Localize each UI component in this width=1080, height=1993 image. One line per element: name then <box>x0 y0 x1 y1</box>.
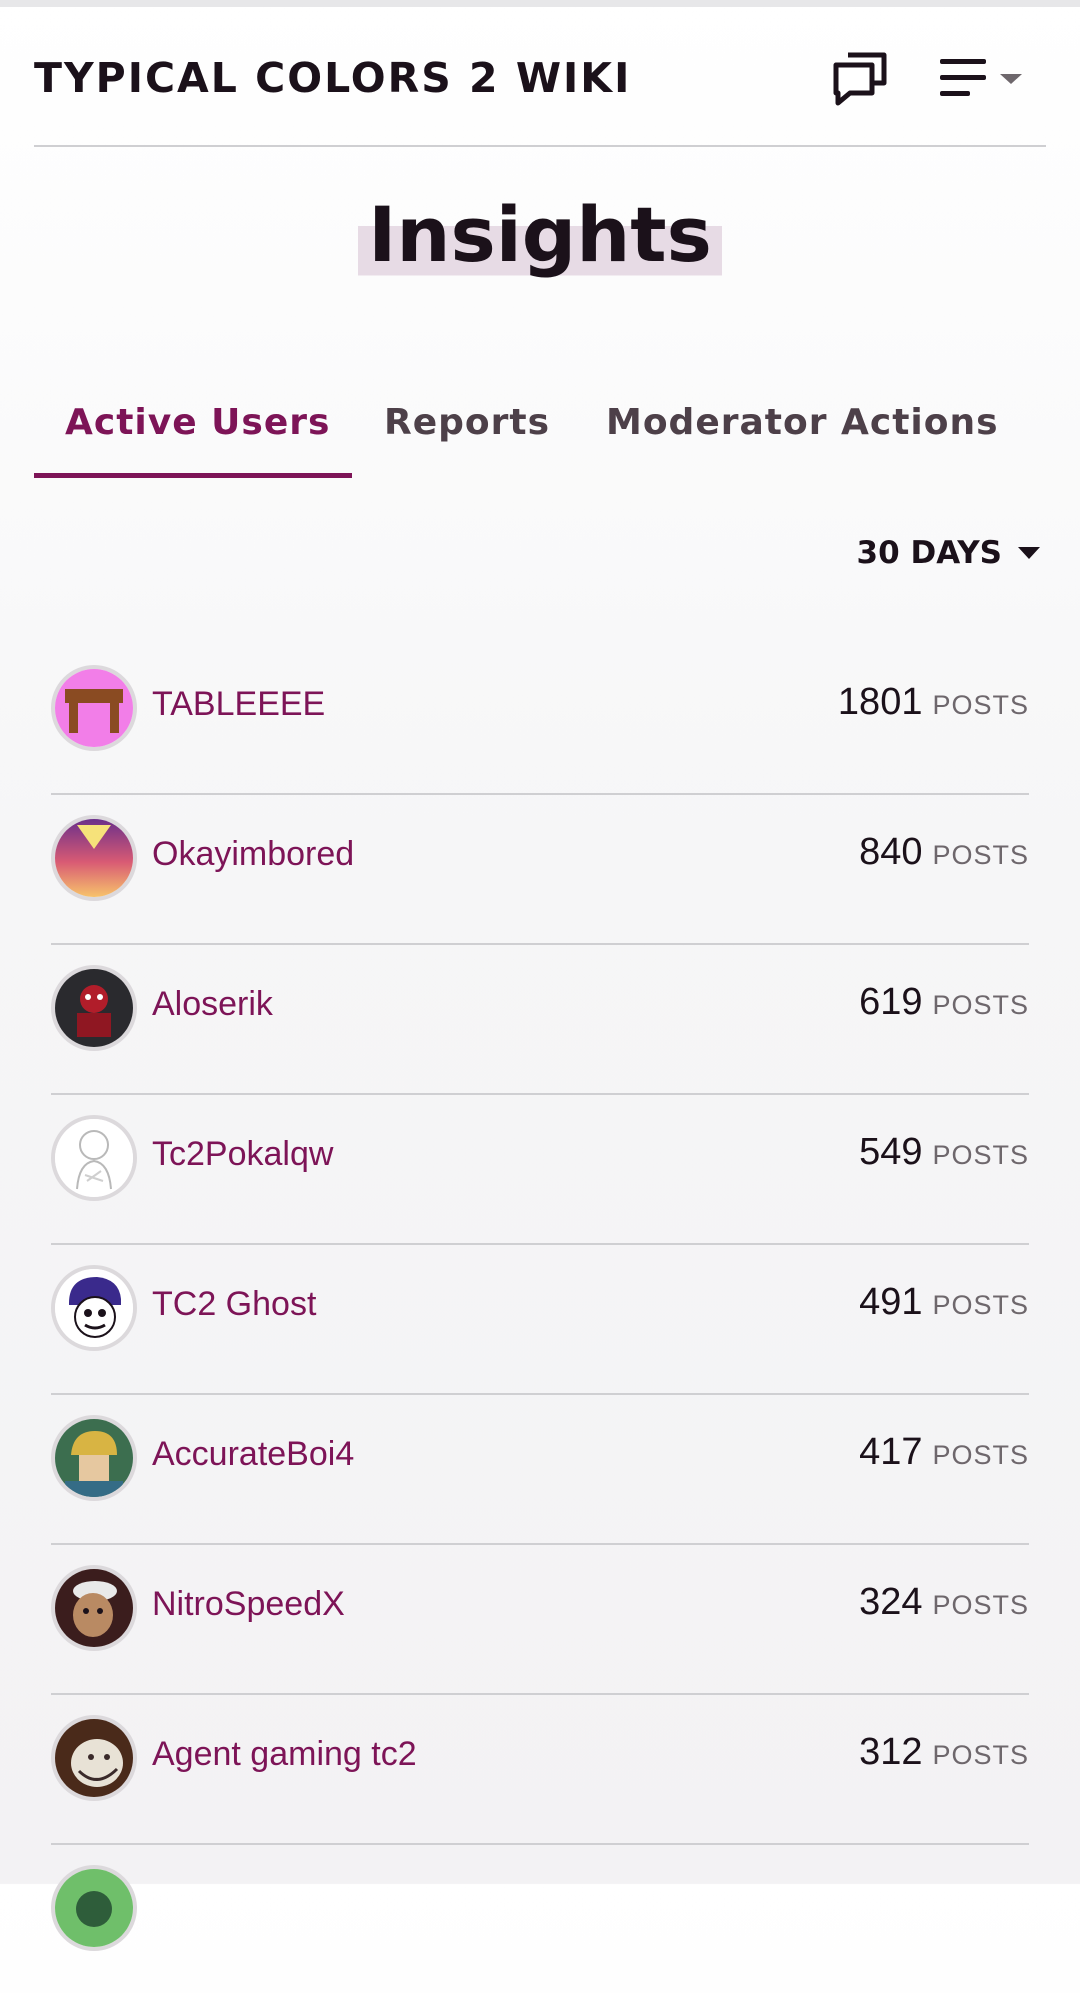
user-name-link[interactable]: Okayimbored <box>152 835 354 874</box>
post-count: 417 POSTS <box>859 1431 1029 1474</box>
post-count-value: 312 <box>859 1731 923 1773</box>
sketch-avatar <box>55 1119 133 1197</box>
user-name-link[interactable]: TABLEEEE <box>152 685 325 724</box>
helmet-avatar <box>55 1419 133 1497</box>
time-range-label: 30 DAYS <box>856 535 1002 571</box>
post-count: 312 POSTS <box>859 1731 1029 1774</box>
tab-active-users[interactable]: Active Users <box>65 395 330 480</box>
avatar[interactable] <box>51 1115 137 1201</box>
menu-button[interactable] <box>938 55 1028 105</box>
post-count-unit: POSTS <box>932 690 1029 720</box>
avatar[interactable] <box>51 665 137 751</box>
post-count-unit: POSTS <box>932 990 1029 1020</box>
avatar[interactable] <box>51 1565 137 1651</box>
list-item: Okayimbored 840 POSTS <box>51 795 1029 945</box>
user-name-link[interactable]: NitroSpeedX <box>152 1585 345 1624</box>
active-tab-indicator <box>34 473 352 478</box>
sunset-avatar <box>55 819 133 897</box>
avatar[interactable] <box>51 815 137 901</box>
tab-reports[interactable]: Reports <box>384 395 550 480</box>
avatar[interactable] <box>51 1265 137 1351</box>
list-item: NitroSpeedX 324 POSTS <box>51 1545 1029 1695</box>
post-count-value: 840 <box>859 831 923 873</box>
post-count-unit: POSTS <box>932 1590 1029 1620</box>
wiki-header: TYPICAL COLORS 2 WIKI <box>0 7 1080 147</box>
list-item: Agent gaming tc2 312 POSTS <box>51 1695 1029 1845</box>
post-count-unit: POSTS <box>932 1740 1029 1770</box>
avatar[interactable] <box>51 1865 137 1951</box>
list-item: Tc2Pokalqw 549 POSTS <box>51 1095 1029 1245</box>
top-strip <box>0 0 1080 7</box>
time-range-dropdown[interactable]: 30 DAYS <box>857 535 1040 571</box>
hamburger-menu-icon <box>940 59 1022 96</box>
ghost-avatar <box>55 1269 133 1347</box>
post-count: 840 POSTS <box>859 831 1029 874</box>
insights-tabs: Active Users Reports Moderator Actions <box>34 395 1046 480</box>
table-avatar <box>55 669 133 747</box>
caret-down-icon <box>1018 547 1040 559</box>
page-title: Insights <box>358 190 722 280</box>
post-count-value: 491 <box>859 1281 923 1323</box>
post-count-value: 549 <box>859 1131 923 1173</box>
post-count-unit: POSTS <box>932 840 1029 870</box>
post-count: 549 POSTS <box>859 1131 1029 1174</box>
troll-avatar <box>55 1719 133 1797</box>
discussions-button[interactable] <box>828 45 892 109</box>
active-users-list: TABLEEEE 1801 POSTS Okayimbored 840 POST… <box>51 645 1029 1993</box>
post-count-value: 619 <box>859 981 923 1023</box>
avatar[interactable] <box>51 1415 137 1501</box>
face-avatar <box>55 1569 133 1647</box>
post-count-value: 324 <box>859 1581 923 1623</box>
page-title-area: Insights <box>0 190 1080 290</box>
user-name-link[interactable]: Tc2Pokalqw <box>152 1135 333 1174</box>
post-count-unit: POSTS <box>932 1140 1029 1170</box>
user-name-link[interactable]: Aloserik <box>152 985 273 1024</box>
speech-bubbles-icon <box>833 52 887 106</box>
list-item-partial <box>51 1845 1029 1993</box>
post-count-value: 1801 <box>837 681 923 723</box>
avatar[interactable] <box>51 965 137 1051</box>
post-count-value: 417 <box>859 1431 923 1473</box>
header-divider <box>34 145 1046 147</box>
list-item: AccurateBoi4 417 POSTS <box>51 1395 1029 1545</box>
post-count: 1801 POSTS <box>838 681 1029 724</box>
list-item: TABLEEEE 1801 POSTS <box>51 645 1029 795</box>
wiki-title[interactable]: TYPICAL COLORS 2 WIKI <box>34 54 631 102</box>
list-item: Aloserik 619 POSTS <box>51 945 1029 1095</box>
user-name-link[interactable]: Agent gaming tc2 <box>152 1735 417 1774</box>
post-count: 619 POSTS <box>859 981 1029 1024</box>
post-count-unit: POSTS <box>932 1290 1029 1320</box>
tab-moderator-actions[interactable]: Moderator Actions <box>606 395 999 480</box>
user-name-link[interactable]: AccurateBoi4 <box>152 1435 354 1474</box>
post-count: 324 POSTS <box>859 1581 1029 1624</box>
post-count-unit: POSTS <box>932 1440 1029 1470</box>
partial-avatar <box>55 1869 133 1947</box>
list-item: TC2 Ghost 491 POSTS <box>51 1245 1029 1395</box>
post-count: 491 POSTS <box>859 1281 1029 1324</box>
avatar[interactable] <box>51 1715 137 1801</box>
user-name-link[interactable]: TC2 Ghost <box>152 1285 316 1324</box>
dark-figure-avatar <box>55 969 133 1047</box>
